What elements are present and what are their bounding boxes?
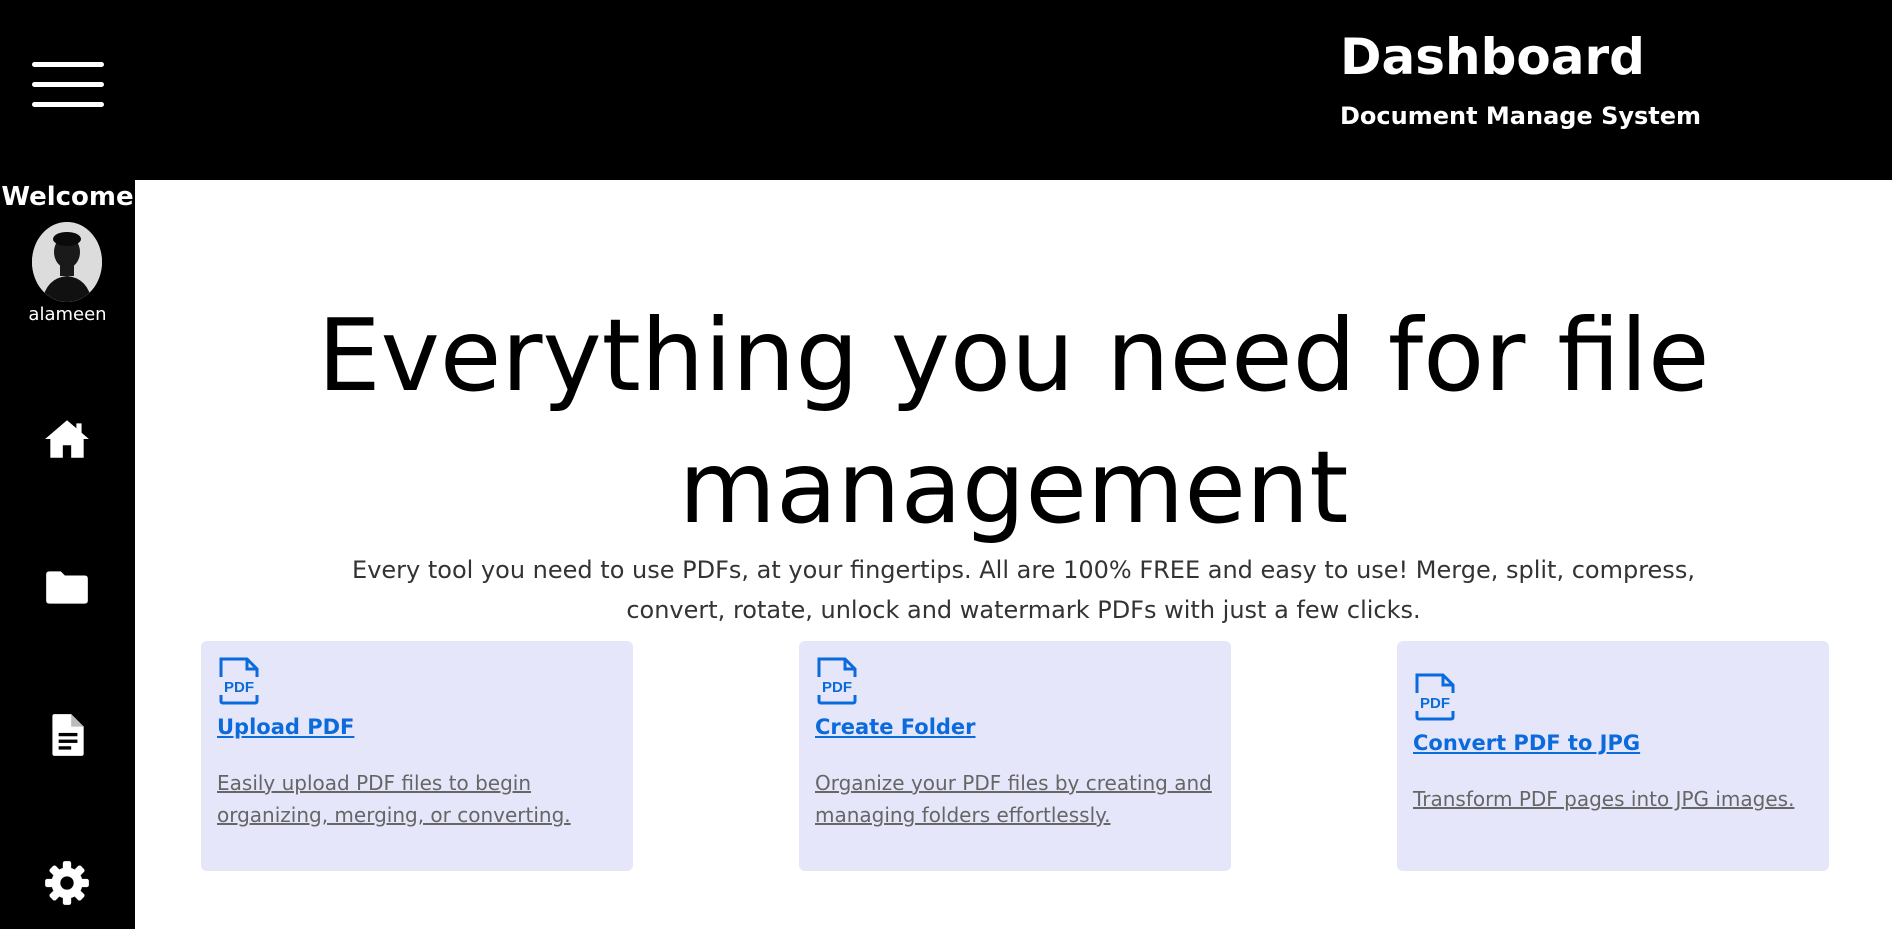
convert-pdf-description: Transform PDF pages into JPG images. bbox=[1413, 787, 1795, 811]
pdf-icon: PDF bbox=[815, 657, 859, 705]
main-content: Everything you need for file management … bbox=[135, 180, 1892, 929]
welcome-label: Welcome bbox=[1, 182, 134, 212]
header-subtitle: Document Manage System bbox=[1340, 102, 1702, 130]
upload-pdf-card[interactable]: PDF Upload PDF Easily upload PDF files t… bbox=[201, 641, 633, 871]
create-folder-link[interactable]: Create Folder bbox=[815, 715, 976, 739]
settings-icon[interactable] bbox=[42, 858, 92, 908]
folder-icon[interactable] bbox=[42, 562, 92, 612]
document-icon[interactable] bbox=[42, 710, 92, 760]
upload-pdf-link[interactable]: Upload PDF bbox=[217, 715, 354, 739]
avatar[interactable] bbox=[32, 222, 102, 302]
hero-description: Every tool you need to use PDFs, at your… bbox=[352, 556, 1695, 624]
top-bar: Dashboard Document Manage System bbox=[0, 0, 1892, 180]
upload-pdf-description: Easily upload PDF files to begin organiz… bbox=[217, 771, 571, 827]
create-folder-description: Organize your PDF files by creating and … bbox=[815, 771, 1212, 827]
sidebar: Welcome alameen bbox=[0, 180, 135, 929]
home-icon[interactable] bbox=[42, 414, 92, 464]
pdf-icon: PDF bbox=[1413, 673, 1457, 721]
convert-pdf-card[interactable]: PDF Convert PDF to JPG Transform PDF pag… bbox=[1397, 641, 1829, 871]
svg-text:PDF: PDF bbox=[822, 679, 852, 696]
hero-title: Everything you need for file management bbox=[317, 297, 1710, 546]
svg-text:PDF: PDF bbox=[224, 679, 254, 696]
username-label: alameen bbox=[28, 304, 107, 325]
header-title: Dashboard bbox=[1340, 28, 1645, 86]
create-folder-card[interactable]: PDF Create Folder Organize your PDF file… bbox=[799, 641, 1231, 871]
hamburger-menu-icon[interactable] bbox=[32, 62, 104, 108]
pdf-icon: PDF bbox=[217, 657, 261, 705]
convert-pdf-link[interactable]: Convert PDF to JPG bbox=[1413, 731, 1640, 755]
svg-text:PDF: PDF bbox=[1420, 695, 1450, 712]
